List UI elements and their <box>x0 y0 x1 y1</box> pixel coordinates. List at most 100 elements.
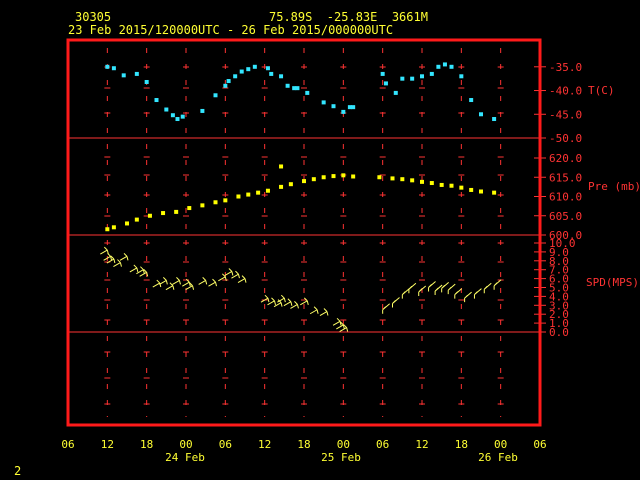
wind-barb <box>392 297 400 308</box>
temperature-point <box>295 86 300 91</box>
pressure-point <box>288 182 293 187</box>
wind-barb <box>152 279 162 288</box>
wind-barb <box>129 264 139 273</box>
temperature-point <box>479 112 483 117</box>
pressure-point <box>223 198 228 203</box>
wind-barb-stroke <box>428 281 436 292</box>
pressure-point <box>331 174 336 179</box>
temperature-point <box>410 76 415 81</box>
temperature-point <box>170 113 175 118</box>
wind-barb <box>208 278 217 287</box>
temperature-point <box>429 71 434 76</box>
pressure-point <box>400 177 405 182</box>
panel-label-speed: SPD(MPS) <box>586 276 639 289</box>
pressure-point <box>161 211 166 216</box>
x-tick-label: 18 <box>455 438 468 451</box>
wind-barb-stroke <box>401 288 410 299</box>
wind-barb <box>434 284 443 296</box>
temperature-point <box>121 73 126 78</box>
pressure-point <box>236 194 241 199</box>
pressure-point <box>200 203 205 208</box>
y-tick-label: 605.0 <box>549 210 582 223</box>
pressure-point <box>187 206 192 211</box>
pressure-point <box>174 209 179 214</box>
wind-barb-stroke <box>129 264 139 273</box>
wind-barb-stroke <box>454 288 463 299</box>
wind-barb-stroke <box>408 282 417 294</box>
wind-barb-stroke <box>198 277 208 285</box>
temperature-point <box>239 69 244 74</box>
pressure-point <box>410 178 415 183</box>
temperature-point <box>459 74 464 79</box>
pressure-point <box>302 179 306 184</box>
temperature-point <box>469 98 474 103</box>
wind-barb-stroke <box>152 279 162 288</box>
wind-barb-stroke <box>473 288 482 299</box>
temperature-point <box>111 66 116 71</box>
wind-barb-stroke <box>382 303 390 314</box>
y-tick-label: 610.0 <box>549 191 582 204</box>
wind-barb-stroke <box>483 282 492 294</box>
pressure-point <box>439 182 444 187</box>
wind-barb <box>454 288 463 299</box>
temperature-point <box>213 93 218 98</box>
wind-barb-stroke <box>119 252 129 261</box>
wind-barb-stroke <box>300 297 309 306</box>
panel-label-pressure: Pre (mb) <box>588 180 640 193</box>
pressure-point <box>420 179 424 184</box>
temperature-point <box>383 81 388 86</box>
wind-barb <box>277 294 286 303</box>
temperature-point <box>226 79 231 84</box>
wind-barb-stroke <box>100 246 109 255</box>
temperature-point <box>393 90 398 95</box>
wind-barb-stroke <box>260 294 270 303</box>
pressure-point <box>390 176 395 181</box>
pressure-point <box>125 221 129 226</box>
pressure-point <box>134 217 139 222</box>
wind-barb <box>198 277 208 285</box>
wind-barb-stroke <box>319 308 329 316</box>
y-tick-label: -50.0 <box>549 132 582 145</box>
temperature-point <box>105 64 110 69</box>
temperature-point <box>200 108 205 113</box>
x-tick-label: 18 <box>297 438 310 451</box>
wind-barb-stroke <box>493 279 502 290</box>
temperature-point <box>180 114 185 119</box>
wind-barb <box>483 282 492 294</box>
x-tick-label: 06 <box>376 438 389 451</box>
temperature-point <box>420 74 424 79</box>
wind-barb <box>441 282 449 293</box>
wind-barb <box>319 308 329 316</box>
wind-barb-stroke <box>434 284 443 296</box>
wind-barb <box>224 268 234 276</box>
pressure-point <box>492 190 497 195</box>
y-tick-label: 615.0 <box>549 171 582 184</box>
pressure-point <box>449 183 454 188</box>
wind-barb <box>401 288 410 299</box>
temperature-point <box>223 83 228 88</box>
pressure-point <box>459 185 464 190</box>
temperature-point <box>279 74 284 79</box>
wind-barb-stroke <box>309 306 319 315</box>
wind-barb-stroke <box>208 278 217 287</box>
x-tick-label: 06 <box>61 438 74 451</box>
pressure-point <box>351 174 356 179</box>
temperature-point <box>492 117 497 122</box>
wind-barb <box>473 288 482 299</box>
y-tick-label: -40.0 <box>549 85 582 98</box>
pressure-point <box>311 177 316 182</box>
pressure-point <box>429 181 434 186</box>
pressure-point <box>321 175 326 180</box>
temperature-point <box>331 104 336 109</box>
wind-barb <box>172 277 181 285</box>
x-tick-label: 12 <box>258 438 271 451</box>
temperature-point <box>305 90 310 95</box>
x-tick-label: 06 <box>533 438 546 451</box>
x-tick-label: 00 <box>337 438 350 451</box>
pressure-point <box>279 164 284 169</box>
wind-barb-stroke <box>277 294 286 303</box>
y-tick-label: -45.0 <box>549 108 582 121</box>
meteogram-plot: -35.0 -40.0 -45.0 -50.0 620.0 615.0 610.0 605.0… <box>61 38 640 464</box>
x-tick-label: 00 <box>179 438 192 451</box>
wind-barb <box>260 294 270 303</box>
